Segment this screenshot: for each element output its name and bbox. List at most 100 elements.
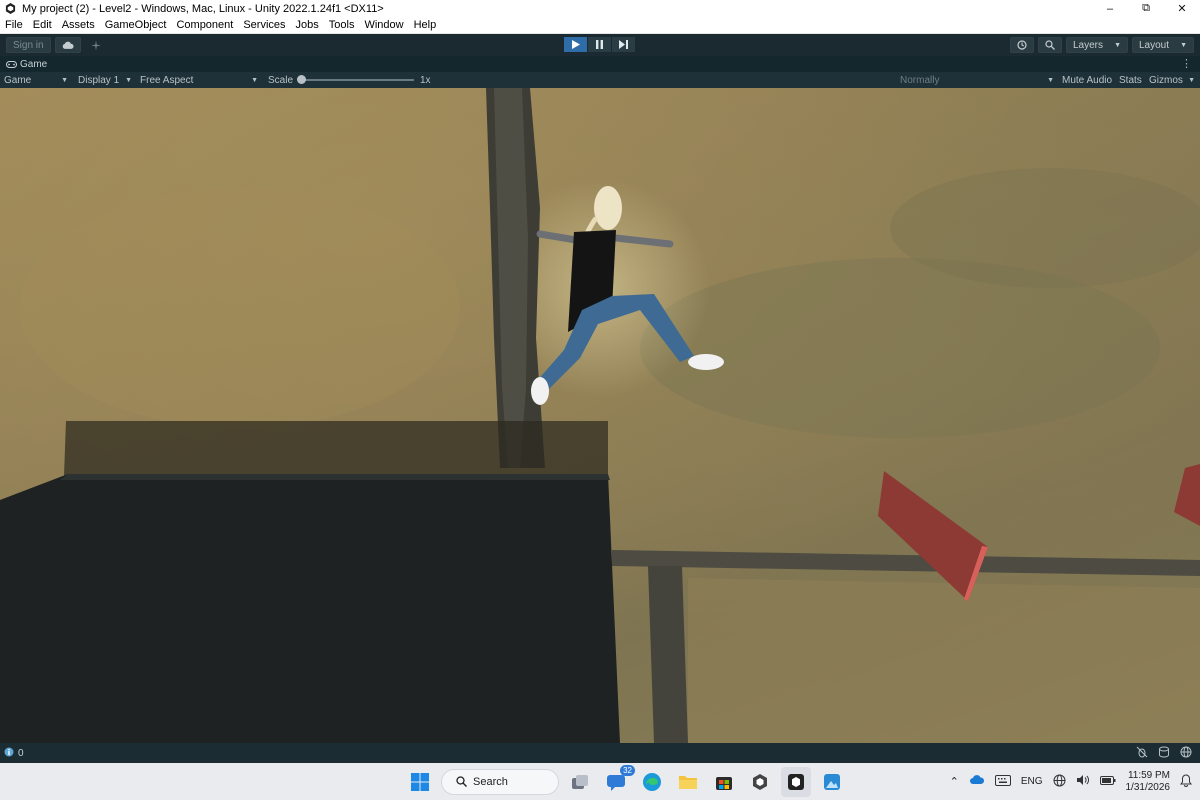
scale-slider-track[interactable] bbox=[302, 79, 414, 81]
game-tab-bar: Game ⋮ bbox=[0, 56, 1200, 72]
unity-hub-button[interactable] bbox=[745, 767, 775, 797]
search-button[interactable] bbox=[1038, 37, 1062, 53]
menu-edit[interactable]: Edit bbox=[28, 17, 57, 34]
tab-game-label: Game bbox=[20, 58, 48, 70]
character-hair bbox=[594, 186, 622, 230]
field-lower-right bbox=[688, 578, 1200, 743]
menu-gameobject[interactable]: GameObject bbox=[100, 17, 172, 34]
onedrive-icon[interactable] bbox=[969, 774, 985, 789]
task-view-button[interactable] bbox=[565, 767, 595, 797]
aspect-dropdown[interactable]: Free Aspect ▼ bbox=[140, 72, 260, 88]
mute-audio-button[interactable]: Mute Audio bbox=[1062, 72, 1114, 88]
cache-server-icon[interactable] bbox=[1158, 746, 1170, 761]
history-button[interactable] bbox=[1010, 37, 1034, 53]
gamepad-icon bbox=[6, 60, 17, 68]
edge-icon bbox=[643, 772, 661, 791]
chevron-down-icon: ▼ bbox=[125, 76, 132, 84]
system-tray: ⌃ ENG 11:59 PM 1/31/2026 bbox=[950, 763, 1192, 800]
network-globe-icon[interactable] bbox=[1053, 774, 1066, 790]
layers-label: Layers bbox=[1073, 39, 1104, 51]
window-title: My project (2) - Level2 - Windows, Mac, … bbox=[22, 2, 384, 15]
game-viewport[interactable] bbox=[0, 88, 1200, 743]
unity-logo-icon bbox=[4, 3, 16, 15]
sign-in-button[interactable]: Sign in bbox=[6, 37, 51, 53]
history-icon bbox=[1017, 40, 1027, 50]
menu-services[interactable]: Services bbox=[238, 17, 290, 34]
character-shoe-left bbox=[531, 377, 549, 405]
chevron-down-icon: ▼ bbox=[61, 76, 68, 84]
menu-assets[interactable]: Assets bbox=[57, 17, 100, 34]
clock[interactable]: 11:59 PM 1/31/2026 bbox=[1126, 770, 1171, 794]
scale-slider-thumb[interactable] bbox=[297, 75, 306, 84]
step-icon bbox=[619, 40, 628, 49]
display-label: Display 1 bbox=[78, 74, 120, 86]
search-icon bbox=[1045, 40, 1055, 50]
menu-component[interactable]: Component bbox=[171, 17, 238, 34]
layers-dropdown[interactable]: Layers ▼ bbox=[1066, 37, 1128, 53]
keyboard-icon[interactable] bbox=[994, 774, 1011, 789]
volume-icon[interactable] bbox=[1076, 774, 1090, 789]
restore-button[interactable]: ⧉ bbox=[1128, 0, 1164, 17]
clock-time: 11:59 PM bbox=[1127, 769, 1170, 781]
main-toolbar: Sign in Layers ▼ Layout ▼ bbox=[0, 34, 1200, 56]
cloud-button[interactable] bbox=[54, 37, 81, 53]
network-icon[interactable] bbox=[1180, 746, 1192, 761]
menu-tools[interactable]: Tools bbox=[324, 17, 360, 34]
language-indicator[interactable]: ENG bbox=[1021, 776, 1043, 787]
more-options-icon[interactable]: ⋮ bbox=[1181, 57, 1192, 70]
aspect-label: Free Aspect bbox=[140, 74, 194, 86]
file-explorer-button[interactable] bbox=[673, 767, 703, 797]
notification-bell-icon[interactable] bbox=[1180, 773, 1192, 790]
menu-window[interactable]: Window bbox=[359, 17, 408, 34]
taskbar-search[interactable]: Search bbox=[441, 768, 559, 795]
rock-path-lower bbox=[648, 566, 688, 743]
chevron-down-icon: ▼ bbox=[1047, 76, 1054, 84]
menu-file[interactable]: File bbox=[0, 17, 28, 34]
grass-patch bbox=[20, 188, 460, 428]
gizmos-dropdown[interactable]: Gizmos ▼ bbox=[1149, 72, 1197, 88]
collab-button[interactable] bbox=[85, 37, 107, 53]
menu-jobs[interactable]: Jobs bbox=[291, 17, 324, 34]
widgets-button[interactable]: 32 bbox=[601, 764, 635, 797]
title-bar: My project (2) - Level2 - Windows, Mac, … bbox=[0, 0, 1200, 17]
play-icon bbox=[571, 40, 580, 49]
photos-button[interactable] bbox=[817, 767, 847, 797]
display-dropdown[interactable]: Display 1 ▼ bbox=[78, 72, 134, 88]
unity-editor-button[interactable] bbox=[781, 766, 811, 797]
clock-date: 1/31/2026 bbox=[1125, 781, 1171, 793]
start-button[interactable] bbox=[405, 767, 435, 797]
menu-bar: File Edit Assets GameObject Component Se… bbox=[0, 17, 1200, 34]
pause-icon bbox=[596, 40, 603, 49]
cloud-icon bbox=[62, 41, 74, 49]
chevron-down-icon: ▼ bbox=[1114, 41, 1121, 49]
folder-icon bbox=[679, 775, 697, 789]
stats-button[interactable]: Stats bbox=[1119, 72, 1145, 88]
windows-taskbar: Search 32 ⌃ ENG 11:59 PM 1/31/2026 bbox=[0, 763, 1200, 800]
chevron-down-icon: ▼ bbox=[1180, 41, 1187, 49]
play-mode-dropdown[interactable]: Normally ▼ bbox=[900, 72, 1056, 88]
store-icon bbox=[716, 776, 732, 790]
scale-label: Scale bbox=[268, 74, 294, 86]
game-scene bbox=[0, 88, 1200, 743]
sparkle-icon bbox=[90, 40, 101, 50]
photos-icon bbox=[824, 773, 840, 790]
layout-label: Layout bbox=[1139, 39, 1170, 51]
grass-patch bbox=[890, 168, 1200, 288]
chevron-up-icon[interactable]: ⌃ bbox=[950, 775, 959, 788]
pause-button[interactable] bbox=[588, 37, 611, 52]
edge-button[interactable] bbox=[637, 767, 667, 797]
play-button[interactable] bbox=[564, 37, 587, 52]
info-icon[interactable] bbox=[4, 747, 14, 760]
menu-help[interactable]: Help bbox=[409, 17, 442, 34]
close-button[interactable]: ✕ bbox=[1164, 0, 1200, 17]
console-count: 0 bbox=[18, 747, 24, 759]
debug-icon[interactable] bbox=[1136, 746, 1148, 761]
view-dropdown[interactable]: Game ▼ bbox=[4, 72, 70, 88]
step-button[interactable] bbox=[612, 37, 635, 52]
minimize-button[interactable]: – bbox=[1092, 0, 1128, 17]
battery-icon[interactable] bbox=[1099, 775, 1116, 788]
tab-game[interactable]: Game bbox=[0, 59, 47, 70]
gizmos-label: Gizmos bbox=[1149, 74, 1183, 86]
store-button[interactable] bbox=[709, 767, 739, 797]
layout-dropdown[interactable]: Layout ▼ bbox=[1132, 37, 1194, 53]
